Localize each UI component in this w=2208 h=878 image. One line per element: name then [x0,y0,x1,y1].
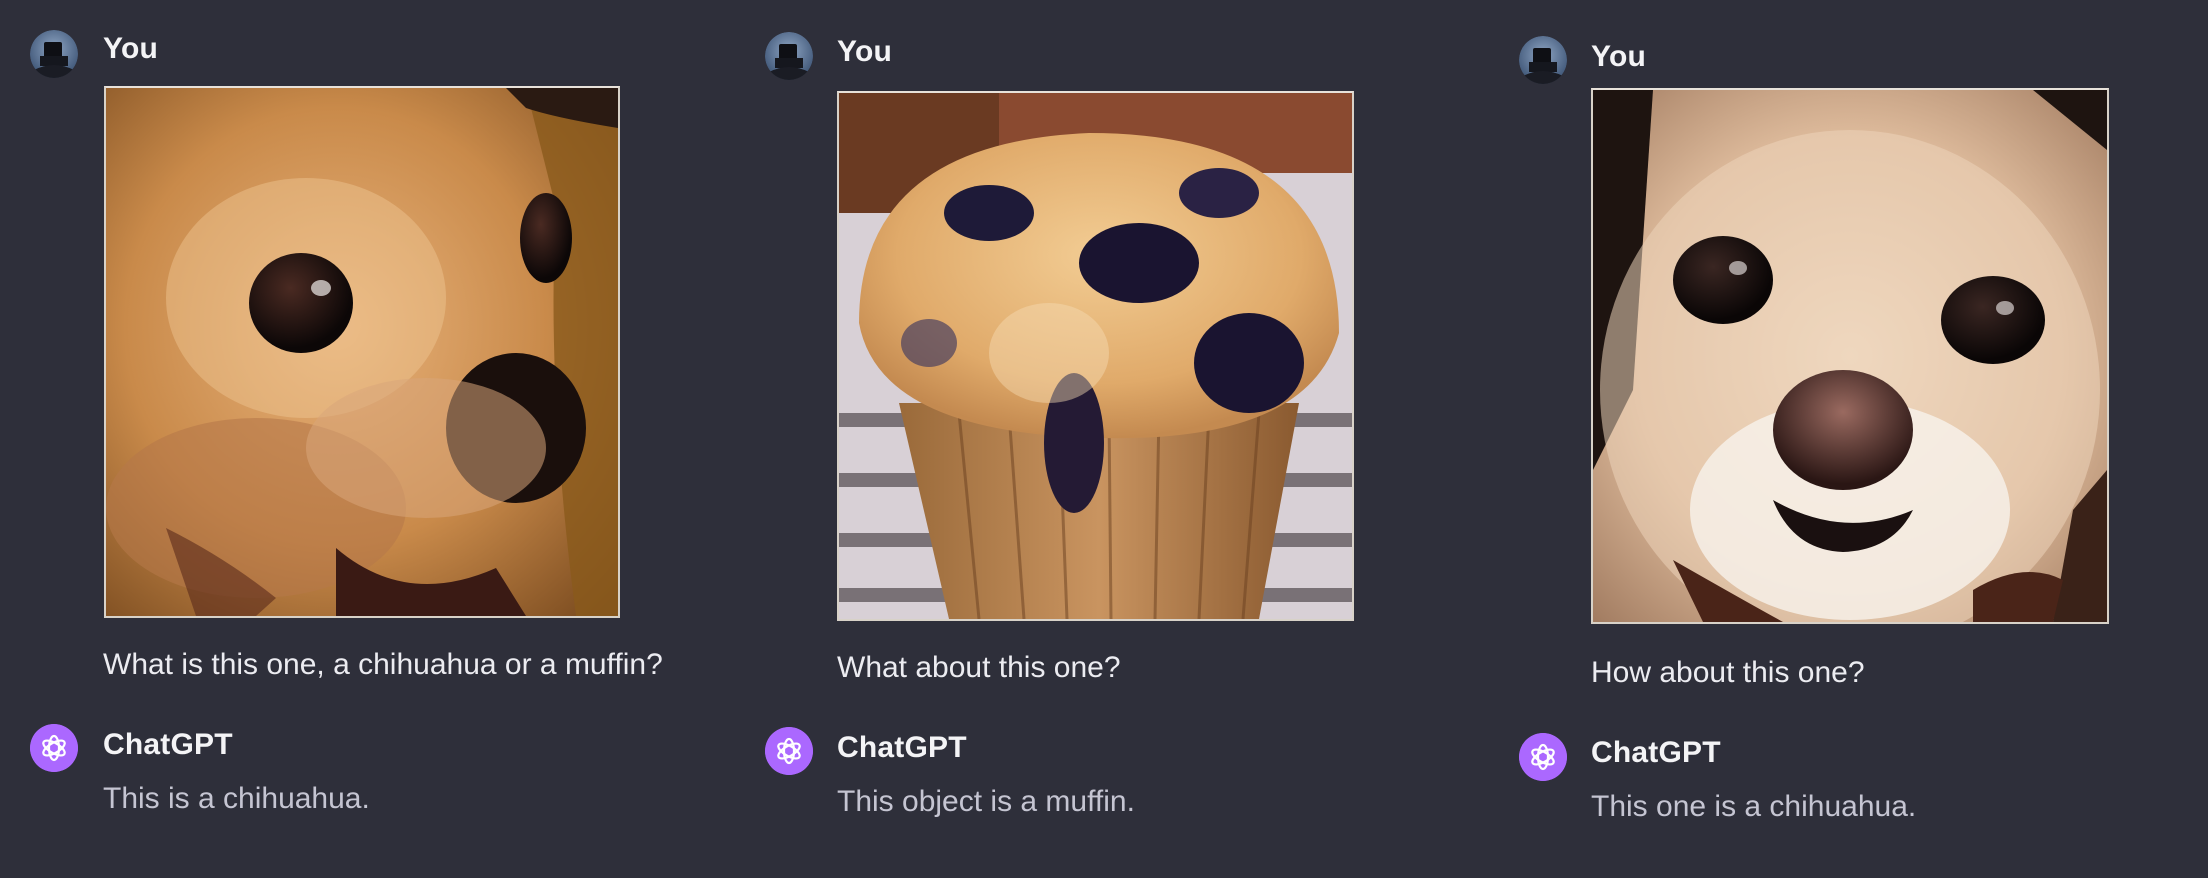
openai-logo-icon [765,727,813,775]
user-author-name: You [837,35,893,68]
user-message: How about this one? [1591,656,1865,689]
user-avatar-icon [765,32,813,80]
openai-logo-icon [1519,733,1567,781]
assistant-author-name: ChatGPT [837,731,967,764]
assistant-reply: This one is a chihuahua. [1591,790,1917,823]
assistant-reply: This object is a muffin. [837,785,1135,818]
chat-panel-2: You What about this one? ChatGPT This ob… [733,0,1453,878]
muffin-photo [837,91,1354,621]
chihuahua-photo-2 [1591,88,2109,624]
assistant-author-name: ChatGPT [1591,736,1721,769]
openai-logo-icon [30,724,78,772]
chat-panel-3: You How about this one? ChatGPT This one… [1488,0,2208,878]
user-message: What about this one? [837,651,1121,684]
chihuahua-photo-1 [104,86,620,618]
user-author-name: You [1591,40,1647,73]
user-avatar-icon [30,30,78,78]
user-author-name: You [103,32,159,65]
user-avatar-icon [1519,36,1567,84]
assistant-author-name: ChatGPT [103,728,233,761]
assistant-reply: This is a chihuahua. [103,782,370,815]
user-message: What is this one, a chihuahua or a muffi… [103,648,663,681]
chat-panel-1: You What is this one, a chihuahua or a m… [0,0,720,878]
